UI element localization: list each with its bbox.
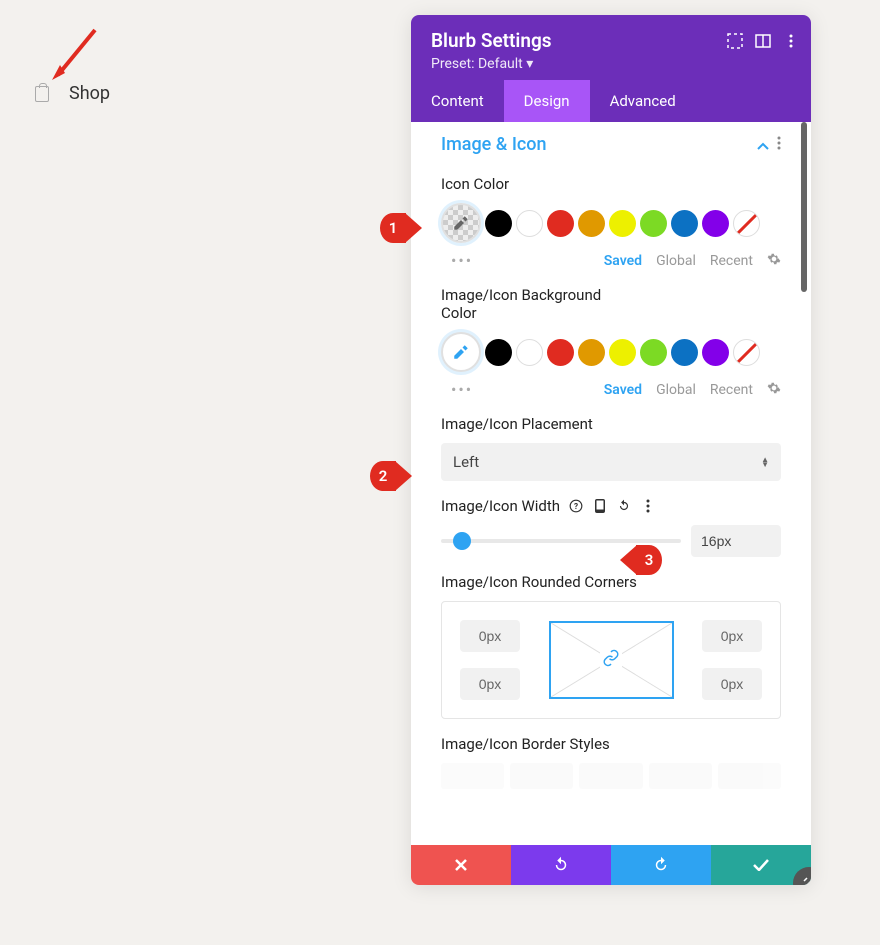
- bg-color-swatches: [441, 332, 781, 372]
- tabs: Content Design Advanced: [411, 80, 811, 122]
- swatch-blue[interactable]: [671, 339, 698, 366]
- annotation-pointer-2: 2: [370, 461, 396, 491]
- border-style-option[interactable]: [441, 763, 504, 789]
- corner-tr-input[interactable]: [702, 620, 762, 652]
- color-picker-button[interactable]: [441, 332, 481, 372]
- svg-text:?: ?: [574, 501, 578, 511]
- swatch-purple[interactable]: [702, 210, 729, 237]
- options-icon[interactable]: [640, 498, 656, 514]
- border-style-option[interactable]: [649, 763, 712, 789]
- corner-bl-input[interactable]: [460, 668, 520, 700]
- clipboard-icon: [35, 86, 49, 102]
- expand-icon[interactable]: [727, 33, 743, 49]
- color-picker-button[interactable]: [441, 203, 481, 243]
- panel-header: Blurb Settings Preset: Default ▾: [411, 15, 811, 80]
- reset-icon[interactable]: [616, 498, 632, 514]
- chevron-up-icon[interactable]: [757, 135, 769, 154]
- help-icon[interactable]: ?: [568, 498, 584, 514]
- placement-value: Left: [453, 453, 479, 471]
- columns-icon[interactable]: [755, 33, 771, 49]
- corner-br-input[interactable]: [702, 668, 762, 700]
- corner-preview: [549, 621, 674, 699]
- swatch-green[interactable]: [640, 210, 667, 237]
- border-style-option[interactable]: [718, 763, 781, 789]
- phone-icon[interactable]: [592, 498, 608, 514]
- annotation-pointer-3: 3: [636, 545, 662, 575]
- placement-select[interactable]: Left ▲▼: [441, 443, 781, 481]
- swatch-none[interactable]: [733, 210, 760, 237]
- link-icon[interactable]: [600, 647, 622, 673]
- palette-tab-saved[interactable]: Saved: [604, 382, 642, 398]
- width-input[interactable]: [691, 525, 781, 557]
- palette-tab-global[interactable]: Global: [656, 253, 696, 269]
- more-swatches-icon[interactable]: •••: [441, 380, 473, 399]
- width-slider[interactable]: [441, 539, 681, 543]
- swatch-yellow[interactable]: [609, 339, 636, 366]
- border-style-option[interactable]: [579, 763, 642, 789]
- gear-icon[interactable]: [767, 252, 781, 270]
- annotation-pointer-1: 1: [380, 213, 406, 243]
- tab-content[interactable]: Content: [411, 80, 504, 122]
- section-title[interactable]: Image & Icon: [441, 134, 547, 155]
- scrollbar[interactable]: [801, 122, 807, 292]
- icon-color-label: Icon Color: [441, 175, 781, 193]
- close-button[interactable]: [411, 845, 511, 885]
- swatch-white[interactable]: [516, 210, 543, 237]
- more-swatches-icon[interactable]: •••: [441, 251, 473, 270]
- menu-icon[interactable]: [783, 33, 799, 49]
- width-label: Image/Icon Width: [441, 497, 560, 515]
- swatch-black[interactable]: [485, 210, 512, 237]
- border-style-option[interactable]: [510, 763, 573, 789]
- redo-button[interactable]: [611, 845, 711, 885]
- palette-tab-recent[interactable]: Recent: [710, 382, 753, 398]
- sidebar-item-shop[interactable]: Shop: [35, 83, 110, 104]
- swatch-green[interactable]: [640, 339, 667, 366]
- swatch-none[interactable]: [733, 339, 760, 366]
- corner-tl-input[interactable]: [460, 620, 520, 652]
- swatch-blue[interactable]: [671, 210, 698, 237]
- swatch-orange[interactable]: [578, 210, 605, 237]
- panel-footer: [411, 845, 811, 885]
- tab-advanced[interactable]: Advanced: [590, 80, 696, 122]
- panel-body: Image & Icon Icon Color: [411, 122, 811, 845]
- palette-tab-global[interactable]: Global: [656, 382, 696, 398]
- section-header: Image & Icon: [441, 122, 781, 159]
- swatch-orange[interactable]: [578, 339, 605, 366]
- corners-box: [441, 601, 781, 719]
- swatch-red[interactable]: [547, 210, 574, 237]
- icon-color-swatches: [441, 203, 781, 243]
- annotation-arrow: [50, 25, 100, 85]
- palette-tab-recent[interactable]: Recent: [710, 253, 753, 269]
- corners-label: Image/Icon Rounded Corners: [441, 573, 781, 591]
- bg-color-label: Image/Icon Background Color: [441, 286, 621, 322]
- palette-tab-saved[interactable]: Saved: [604, 253, 642, 269]
- shop-label: Shop: [69, 83, 110, 104]
- placement-label: Image/Icon Placement: [441, 415, 781, 433]
- section-menu-icon[interactable]: [777, 135, 781, 154]
- undo-button[interactable]: [511, 845, 611, 885]
- swatch-black[interactable]: [485, 339, 512, 366]
- gear-icon[interactable]: [767, 381, 781, 399]
- settings-panel: Blurb Settings Preset: Default ▾ Content…: [411, 15, 811, 885]
- swatch-yellow[interactable]: [609, 210, 636, 237]
- border-label: Image/Icon Border Styles: [441, 735, 781, 753]
- select-arrows-icon: ▲▼: [761, 457, 769, 467]
- panel-preset[interactable]: Preset: Default ▾: [431, 56, 791, 72]
- swatch-white[interactable]: [516, 339, 543, 366]
- slider-thumb[interactable]: [453, 532, 471, 550]
- swatch-red[interactable]: [547, 339, 574, 366]
- tab-design[interactable]: Design: [504, 80, 590, 122]
- swatch-purple[interactable]: [702, 339, 729, 366]
